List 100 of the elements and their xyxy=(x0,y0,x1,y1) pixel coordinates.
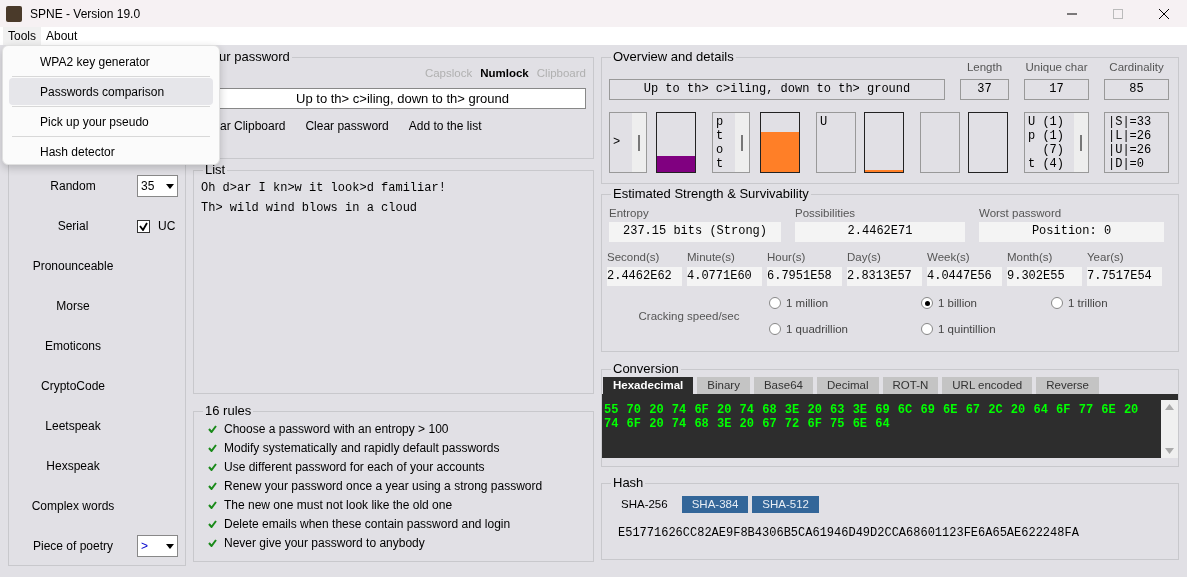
scrollbar[interactable] xyxy=(735,113,749,173)
check-icon xyxy=(208,538,217,547)
tab[interactable]: Reverse xyxy=(1036,377,1099,394)
app-icon xyxy=(6,5,22,22)
field-label: Week(s) xyxy=(927,250,971,266)
dropdown[interactable]: > xyxy=(137,535,178,557)
menu-item[interactable]: Pick up your pseudo xyxy=(9,108,213,135)
field-value: 2.4462E71 xyxy=(795,222,965,243)
field-label: Year(s) xyxy=(1087,250,1125,266)
field-label: Minute(s) xyxy=(687,250,736,266)
rule-text: Modify systematically and rapidly default passwords xyxy=(224,439,500,457)
rule-text: Choose a password with an entropy > 100 xyxy=(224,420,449,438)
field-label: Second(s) xyxy=(607,250,661,266)
field-label: Month(s) xyxy=(1007,250,1054,266)
rule-text: Delete emails when these contain password and login xyxy=(224,515,511,533)
hash-button[interactable]: SHA-512 xyxy=(752,496,819,513)
rule-text: Renew your password once a year using a strong password xyxy=(224,477,543,495)
list-item[interactable]: Th> wild wind blows in a cloud xyxy=(201,198,586,218)
group-title: Conversion xyxy=(612,361,680,377)
generator-button[interactable]: Emoticons xyxy=(9,337,137,355)
generator-button[interactable]: Pronounceable xyxy=(9,257,137,275)
group-title: ur password xyxy=(218,49,291,65)
radio-button[interactable]: 1 billion xyxy=(921,294,1051,312)
conversion-output: 55 70 20 74 6F 20 74 68 3E 20 63 3E 69 6C 69 6E 67 2C 20 64 6F 77 6E 20 74 6F 20 74 68 3E 20 67 72 6F 75 6E 64 xyxy=(602,394,1178,458)
tab[interactable]: Binary xyxy=(697,377,750,394)
generator-button[interactable]: Leetspeak xyxy=(9,417,137,435)
scrollbar[interactable] xyxy=(632,113,646,173)
check-icon xyxy=(208,424,217,433)
tab[interactable]: Base64 xyxy=(753,377,813,394)
stat-value: 17 xyxy=(1024,79,1089,101)
text-button[interactable]: ar Clipboard xyxy=(220,117,286,136)
text-button[interactable]: Clear password xyxy=(305,117,389,136)
gauge xyxy=(968,112,1008,174)
field-label: Possibilities xyxy=(795,206,857,221)
stat-label: Cardinality xyxy=(1108,60,1165,75)
panel-text: |S|=33 |L|=26 |U|=26 |D|=0 xyxy=(1107,114,1153,173)
speed-label: Cracking speed/sec xyxy=(637,308,741,324)
menu-item[interactable]: Hash detector xyxy=(9,138,213,165)
checkbox-label: UC xyxy=(158,218,176,235)
generator-button[interactable]: Piece of poetry xyxy=(9,537,137,555)
caret-icon xyxy=(166,183,174,189)
field-value: 4.0447E56 xyxy=(927,266,1002,286)
menu-item[interactable]: WPA2 key generator xyxy=(9,48,213,75)
generator-button[interactable]: Random xyxy=(9,177,137,195)
char-list: > xyxy=(610,113,632,173)
menu-item[interactable]: Tools xyxy=(3,27,41,45)
generator-button[interactable]: Hexspeak xyxy=(9,457,137,475)
field-value: 237.15 bits (Strong) xyxy=(609,222,781,243)
window-title: SPNE - Version 19.0 xyxy=(30,5,142,23)
generator-button[interactable]: CryptoCode xyxy=(9,377,137,395)
radio-button[interactable]: 1 quadrillion xyxy=(769,320,921,338)
close-icon xyxy=(1159,8,1169,19)
hash-value: E51771626CC82AE9F8B4306B5CA61946D49D2CCA68601123FE6A65AE622248FA xyxy=(618,525,1080,542)
hash-button[interactable]: SHA-256 xyxy=(611,496,678,513)
field-value: 6.7951E58 xyxy=(767,266,842,286)
group-title: Estimated Strength & Survivability xyxy=(612,186,810,202)
radio-button[interactable]: 1 quintillion xyxy=(921,320,1051,338)
tab[interactable]: Decimal xyxy=(816,377,879,394)
scrollbar[interactable] xyxy=(1074,113,1088,173)
stat-value: 37 xyxy=(960,79,1009,101)
tab[interactable]: Hexadecimal xyxy=(603,377,694,394)
field-label: Worst password xyxy=(979,206,1063,221)
menu-item[interactable]: Passwords comparison xyxy=(9,78,213,105)
char-list: p t o t xyxy=(713,113,735,173)
scroll-down-icon[interactable] xyxy=(1165,448,1174,454)
text-button[interactable]: Add to the list xyxy=(408,117,482,136)
tab[interactable]: URL encoded xyxy=(942,377,1033,394)
radio-button[interactable]: 1 trillion xyxy=(1051,294,1171,312)
menu-item[interactable]: About xyxy=(41,27,83,45)
generator-button[interactable]: Serial xyxy=(9,217,137,235)
group-title: List xyxy=(204,162,227,178)
check-icon xyxy=(208,500,217,509)
scroll-up-icon[interactable] xyxy=(1165,404,1174,410)
check-icon xyxy=(208,443,217,452)
status-indicator: Numlock xyxy=(480,66,529,81)
tab[interactable]: ROT-N xyxy=(882,377,939,394)
check-icon xyxy=(208,481,217,490)
checkbox[interactable] xyxy=(137,219,150,233)
generator-button[interactable]: Complex words xyxy=(9,497,137,515)
stat-label: Unique char xyxy=(1024,60,1089,75)
rule-text: Never give your password to anybody xyxy=(224,534,425,552)
empty-panel xyxy=(920,112,960,174)
radio-button[interactable]: 1 million xyxy=(769,294,921,312)
list-item[interactable]: Oh d>ar I kn>w it look>d familiar! xyxy=(201,178,586,198)
field-label: Entropy xyxy=(609,206,650,221)
field-value: 9.302E55 xyxy=(1007,266,1082,286)
group-title: Hash xyxy=(612,475,645,491)
hash-button[interactable]: SHA-384 xyxy=(681,496,749,513)
password-field[interactable]: Up to th> c>iling, down to th> ground xyxy=(219,88,586,110)
scrollbar[interactable] xyxy=(1161,400,1178,458)
field-value: Position: 0 xyxy=(979,222,1164,243)
stat-value: 85 xyxy=(1104,79,1169,101)
field-value: 2.8313E57 xyxy=(847,266,922,286)
field-label: Hour(s) xyxy=(767,250,807,266)
stat-label: Length xyxy=(965,60,1004,75)
dropdown[interactable]: 35 xyxy=(137,175,178,197)
field-value: 4.0771E60 xyxy=(687,266,762,286)
generator-button[interactable]: Morse xyxy=(9,297,137,315)
group-title: Overview and details xyxy=(612,49,735,65)
maximize-icon xyxy=(1113,8,1123,19)
